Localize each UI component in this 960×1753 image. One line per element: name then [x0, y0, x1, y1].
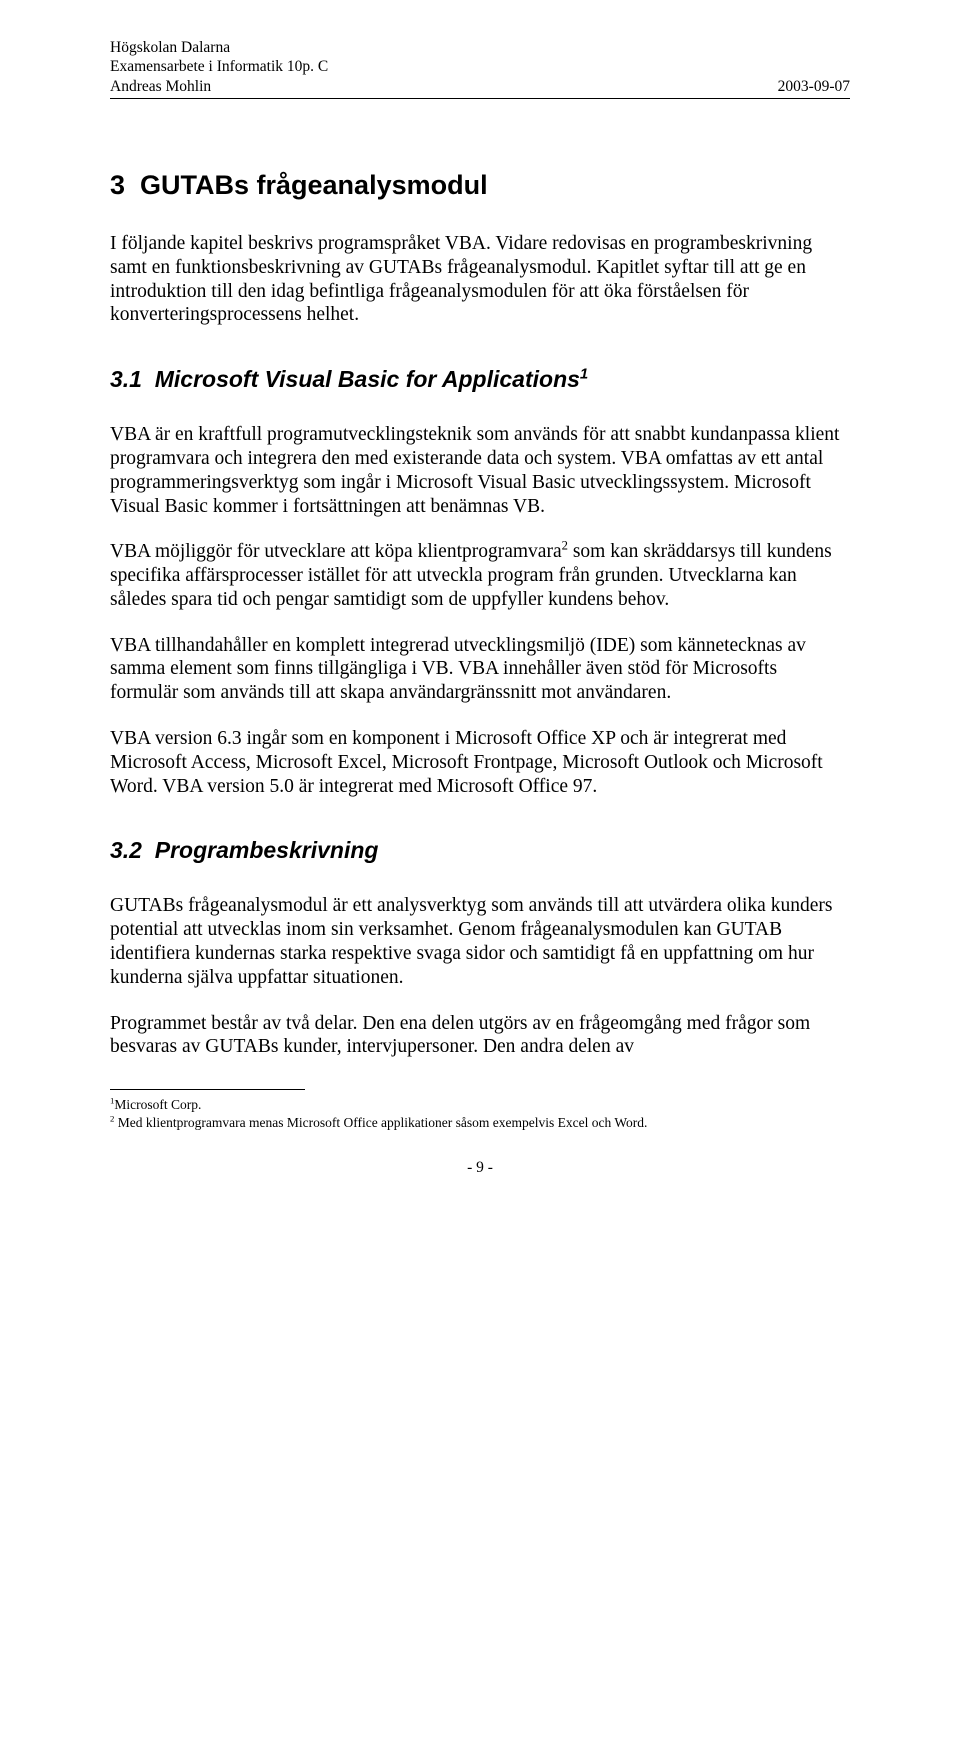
header-author: Andreas Mohlin — [110, 77, 328, 96]
paragraph-prog-2: Programmet består av två delar. Den ena … — [110, 1012, 850, 1060]
footnote-block: 1Microsoft Corp. 2 Med klientprogramvara… — [110, 1096, 850, 1131]
footnote-separator — [110, 1089, 305, 1090]
header-course: Examensarbete i Informatik 10p. C — [110, 57, 328, 76]
header-left: Högskolan Dalarna Examensarbete i Inform… — [110, 38, 328, 96]
heading-2-footnote-ref: 1 — [580, 366, 588, 383]
footnote-2-text: Med klientprogramvara menas Microsoft Of… — [114, 1115, 647, 1130]
header-date: 2003-09-07 — [778, 77, 850, 96]
page-header: Högskolan Dalarna Examensarbete i Inform… — [110, 38, 850, 99]
paragraph-intro: I följande kapitel beskrivs programspråk… — [110, 232, 850, 327]
heading-1: 3 GUTABs frågeanalysmodul — [110, 169, 850, 202]
heading-2-programbeskrivning: 3.2 Programbeskrivning — [110, 836, 850, 864]
heading-2-vba: 3.1 Microsoft Visual Basic for Applicati… — [110, 365, 850, 393]
header-institution: Högskolan Dalarna — [110, 38, 328, 57]
p3-part-a: VBA möjliggör för utvecklare att köpa kl… — [110, 541, 562, 562]
footnote-1-text: Microsoft Corp. — [114, 1097, 201, 1112]
paragraph-prog-1: GUTABs frågeanalysmodul är ett analysver… — [110, 894, 850, 989]
footnote-1: 1Microsoft Corp. — [110, 1096, 850, 1114]
paragraph-vba-4: VBA version 6.3 ingår som en komponent i… — [110, 727, 850, 798]
paragraph-vba-1: VBA är en kraftfull programutvecklingste… — [110, 423, 850, 518]
paragraph-vba-2: VBA möjliggör för utvecklare att köpa kl… — [110, 540, 850, 611]
heading-2-vba-text: 3.1 Microsoft Visual Basic for Applicati… — [110, 366, 580, 392]
page-number: - 9 - — [110, 1159, 850, 1178]
footnote-2: 2 Med klientprogramvara menas Microsoft … — [110, 1114, 850, 1132]
paragraph-vba-3: VBA tillhandahåller en komplett integrer… — [110, 634, 850, 705]
